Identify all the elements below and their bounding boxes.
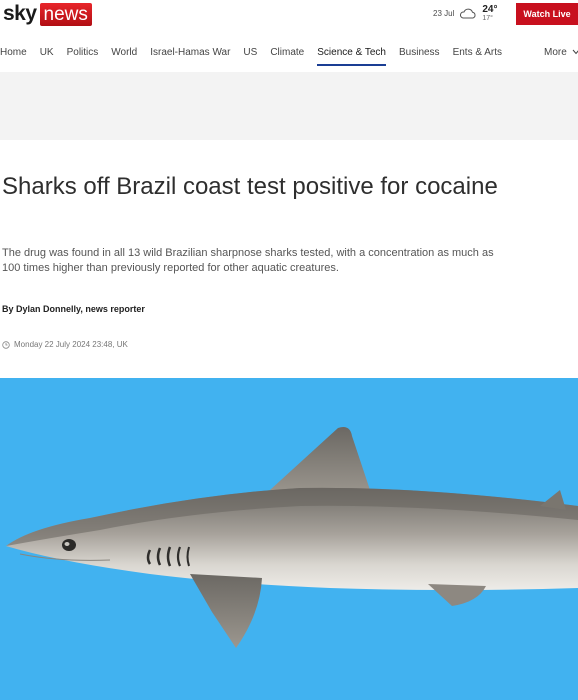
clock-icon [2,340,10,349]
nav-item-business[interactable]: Business [399,42,440,64]
nav-item-climate[interactable]: Climate [270,42,304,64]
logo-sky-text: sky [3,2,37,25]
watch-live-button[interactable]: Watch Live [516,3,578,25]
nav-more-label: More [544,47,567,58]
sky-news-logo[interactable]: sky news [3,2,92,26]
chevron-down-icon [572,49,578,55]
nav-item-home[interactable]: Home [0,42,27,64]
article-dateline: Monday 22 July 2024 23:48, UK [2,340,128,349]
nav-item-science-tech[interactable]: Science & Tech [317,42,386,66]
hero-image-shark [0,378,578,700]
nav-item-politics[interactable]: Politics [67,42,99,64]
nav-item-world[interactable]: World [111,42,137,64]
weather-low-temp: 17° [482,15,493,22]
main-nav: Home UK Politics World Israel-Hamas War … [0,42,578,72]
article-date: Monday 22 July 2024 23:48, UK [14,340,128,349]
nav-item-us[interactable]: US [243,42,257,64]
weather-high-temp: 24° [482,4,498,15]
nav-item-israel-hamas-war[interactable]: Israel-Hamas War [150,42,230,64]
article-standfirst: The drug was found in all 13 wild Brazil… [2,247,494,274]
weather-date: 23 Jul [433,9,455,18]
nav-more-button[interactable]: More [544,42,578,64]
article-title: Sharks off Brazil coast test positive fo… [2,173,498,200]
logo-news-text: news [39,2,92,26]
top-bar: sky news 23 Jul 24° 17° Watch Live [0,0,578,30]
article-byline: By Dylan Donnelly, news reporter [2,304,145,314]
shark-illustration [6,427,578,648]
advert-placeholder [0,72,578,140]
nav-item-ents-arts[interactable]: Ents & Arts [453,42,502,64]
weather-widget[interactable]: 23 Jul 24° 17° [433,4,498,23]
cloud-icon [460,8,476,19]
nav-item-uk[interactable]: UK [40,42,54,64]
